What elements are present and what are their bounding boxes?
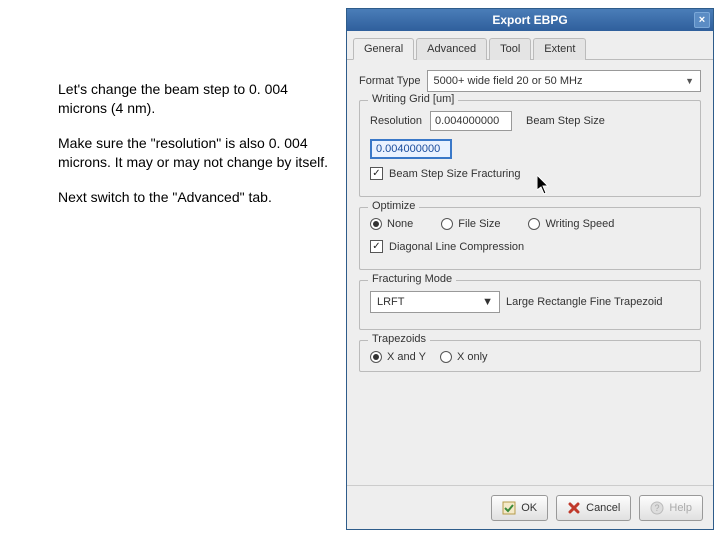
- resolution-input[interactable]: 0.004000000: [430, 111, 512, 131]
- trapezoids-title: Trapezoids: [368, 333, 430, 345]
- cancel-icon: [567, 501, 581, 515]
- cancel-button-label: Cancel: [586, 502, 620, 514]
- titlebar[interactable]: Export EBPG ×: [347, 9, 713, 31]
- instruction-text: Let's change the beam step to 0. 004 mic…: [58, 80, 328, 222]
- window-title: Export EBPG: [492, 13, 567, 27]
- chevron-down-icon: ▼: [482, 296, 493, 308]
- help-icon: ?: [650, 501, 664, 515]
- tab-content: Format Type 5000+ wide field 20 or 50 MH…: [347, 60, 713, 485]
- resolution-label: Resolution: [370, 115, 422, 127]
- instruction-p3: Next switch to the "Advanced" tab.: [58, 188, 328, 207]
- optimize-filesize-label: File Size: [458, 218, 500, 230]
- format-type-value: 5000+ wide field 20 or 50 MHz: [434, 75, 583, 87]
- writing-grid-title: Writing Grid [um]: [368, 93, 458, 105]
- tab-general[interactable]: General: [353, 38, 414, 60]
- fracturing-mode-select[interactable]: LRFT ▼: [370, 291, 500, 313]
- optimize-title: Optimize: [368, 200, 419, 212]
- optimize-none-label: None: [387, 218, 413, 230]
- fracturing-mode-group: Fracturing Mode LRFT ▼ Large Rectangle F…: [359, 280, 701, 330]
- optimize-none-radio[interactable]: [370, 218, 382, 230]
- optimize-group: Optimize None File Size Writing Speed Di…: [359, 207, 701, 270]
- ok-button-label: OK: [521, 502, 537, 514]
- close-button[interactable]: ×: [694, 12, 710, 28]
- fracturing-mode-title: Fracturing Mode: [368, 273, 456, 285]
- beam-step-size-input[interactable]: 0.004000000: [370, 139, 452, 159]
- tab-extent[interactable]: Extent: [533, 38, 586, 60]
- help-button-label: Help: [669, 502, 692, 514]
- trapezoids-group: Trapezoids X and Y X only: [359, 340, 701, 372]
- instruction-p2: Make sure the "resolution" is also 0. 00…: [58, 134, 328, 172]
- tab-row: General Advanced Tool Extent: [347, 31, 713, 60]
- trapezoids-xy-radio[interactable]: [370, 351, 382, 363]
- svg-text:?: ?: [655, 503, 660, 513]
- optimize-speed-radio[interactable]: [528, 218, 540, 230]
- beam-step-fracturing-checkbox[interactable]: [370, 167, 383, 180]
- optimize-options: None File Size Writing Speed: [370, 218, 690, 230]
- instruction-p1: Let's change the beam step to 0. 004 mic…: [58, 80, 328, 118]
- fracturing-mode-value: LRFT: [377, 296, 405, 308]
- trapezoids-xy-label: X and Y: [387, 351, 426, 363]
- optimize-speed-label: Writing Speed: [545, 218, 614, 230]
- format-type-label: Format Type: [359, 75, 421, 87]
- trapezoids-xonly-radio[interactable]: [440, 351, 452, 363]
- format-type-select[interactable]: 5000+ wide field 20 or 50 MHz ▼: [427, 70, 701, 92]
- writing-grid-group: Writing Grid [um] Resolution 0.004000000…: [359, 100, 701, 197]
- button-bar: OK Cancel ? Help: [347, 485, 713, 529]
- cancel-button[interactable]: Cancel: [556, 495, 631, 521]
- tab-tool[interactable]: Tool: [489, 38, 531, 60]
- ok-icon: [502, 501, 516, 515]
- help-button[interactable]: ? Help: [639, 495, 703, 521]
- optimize-filesize-radio[interactable]: [441, 218, 453, 230]
- ok-button[interactable]: OK: [491, 495, 548, 521]
- diagonal-compression-label: Diagonal Line Compression: [389, 241, 524, 253]
- beam-step-size-label: Beam Step Size: [526, 115, 605, 127]
- format-type-row: Format Type 5000+ wide field 20 or 50 MH…: [359, 70, 701, 92]
- export-ebpg-dialog: Export EBPG × General Advanced Tool Exte…: [346, 8, 714, 530]
- fracturing-mode-desc: Large Rectangle Fine Trapezoid: [506, 296, 663, 308]
- trapezoids-xonly-label: X only: [457, 351, 488, 363]
- tab-advanced[interactable]: Advanced: [416, 38, 487, 60]
- diagonal-compression-checkbox[interactable]: [370, 240, 383, 253]
- beam-step-fracturing-label: Beam Step Size Fracturing: [389, 168, 520, 180]
- chevron-down-icon: ▼: [685, 76, 694, 86]
